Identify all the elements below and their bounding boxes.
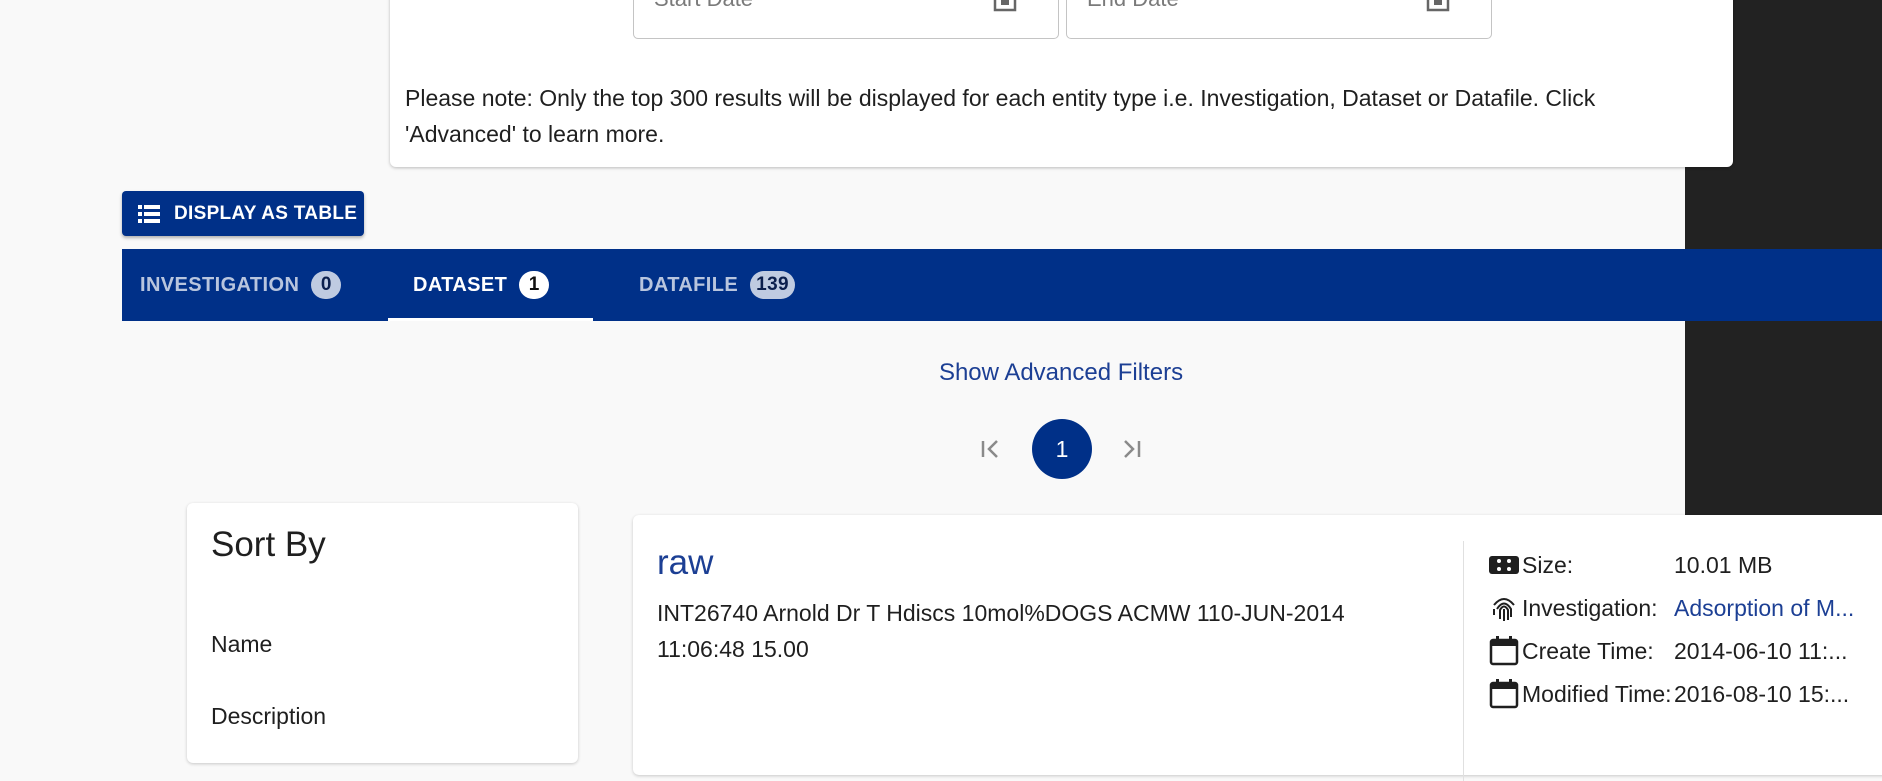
divider (1463, 541, 1464, 781)
active-tab-indicator (388, 318, 593, 321)
start-date-field[interactable]: Start Date (633, 0, 1059, 39)
sort-title: Sort By (211, 525, 326, 564)
last-page-icon[interactable] (1115, 434, 1145, 464)
tab-investigation[interactable]: INVESTIGATION 0 (140, 249, 342, 321)
sort-option-name[interactable]: Name (211, 631, 272, 658)
result-title-link[interactable]: raw (657, 543, 713, 583)
tab-label: DATAFILE (639, 273, 739, 296)
tab-label: INVESTIGATION (140, 273, 300, 296)
display-as-table-button[interactable]: DISPLAY AS TABLE (122, 191, 364, 236)
calendar-icon (1489, 636, 1519, 666)
investigation-link[interactable]: Adsorption of M... (1674, 595, 1854, 622)
end-date-field[interactable]: End Date (1066, 0, 1492, 39)
meta-label: Create Time: (1522, 637, 1654, 664)
result-card: raw INT26740 Arnold Dr T Hdiscs 10mol%DO… (633, 515, 1882, 781)
calendar-icon[interactable] (992, 0, 1018, 14)
calendar-icon[interactable] (1425, 0, 1451, 14)
start-date-placeholder: Start Date (654, 0, 753, 12)
count-badge: 139 (750, 271, 796, 299)
meta-create-time: Create Time: 2014-06-10 11:... (1488, 633, 1847, 669)
fingerprint-icon (1493, 598, 1515, 621)
size-icon (1489, 556, 1519, 574)
sort-option-description[interactable]: Description (211, 703, 326, 730)
tab-datafile[interactable]: DATAFILE 139 (639, 249, 796, 321)
meta-label: Size: (1522, 551, 1574, 578)
search-card: Start Date End Date Please note: Only th… (390, 0, 1733, 167)
meta-label: Investigation: (1522, 594, 1658, 621)
meta-label: Modified Time: (1522, 680, 1672, 707)
page-1-button[interactable]: 1 (1032, 419, 1092, 479)
calendar-icon (1489, 679, 1519, 709)
meta-investigation: Investigation: Adsorption of M... (1488, 590, 1854, 626)
show-advanced-filters-link[interactable]: Show Advanced Filters (880, 359, 1242, 387)
meta-value: 2016-08-10 15:... (1674, 680, 1850, 707)
sort-panel: Sort By Name Description (187, 503, 578, 763)
display-as-table-label: DISPLAY AS TABLE (174, 202, 358, 224)
first-page-icon[interactable] (977, 434, 1007, 464)
result-description: INT26740 Arnold Dr T Hdiscs 10mol%DOGS A… (657, 600, 1345, 662)
meta-value: 2014-06-10 11:... (1674, 637, 1848, 664)
tab-label: DATASET (413, 273, 508, 296)
meta-modified-time: Modified Time: 2016-08-10 15:... (1488, 676, 1849, 712)
list-icon (138, 204, 160, 223)
meta-size: Size: 10.01 MB (1488, 547, 1772, 583)
left-gutter (0, 0, 122, 723)
tab-dataset[interactable]: DATASET 1 (413, 249, 550, 321)
end-date-placeholder: End Date (1087, 0, 1179, 12)
meta-value: 10.01 MB (1674, 551, 1773, 578)
count-badge: 1 (519, 271, 550, 299)
entity-tab-bar: INVESTIGATION 0 DATASET 1 DATAFILE 139 (122, 249, 1882, 321)
count-badge: 0 (311, 271, 342, 299)
results-limit-note: Please note: Only the top 300 results wi… (405, 85, 1596, 147)
